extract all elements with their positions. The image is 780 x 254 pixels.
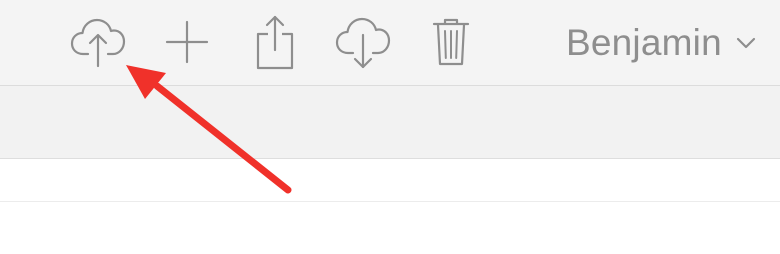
app-window: Benjamin [0, 0, 780, 254]
account-name: Benjamin [566, 22, 722, 63]
plus-icon [165, 20, 209, 64]
upload-button[interactable] [68, 12, 128, 72]
delete-button[interactable] [421, 12, 481, 72]
share-icon [256, 15, 294, 70]
toolbar: Benjamin [0, 0, 780, 86]
download-button[interactable] [333, 12, 393, 72]
trash-icon [432, 18, 470, 66]
subheader-bar [0, 86, 780, 159]
cloud-upload-icon [70, 18, 126, 68]
add-button[interactable] [157, 12, 217, 72]
list-row [0, 159, 780, 202]
account-menu[interactable]: Benjamin [566, 20, 756, 66]
chevron-down-icon [736, 37, 756, 49]
share-button[interactable] [245, 12, 305, 72]
cloud-download-icon [335, 17, 391, 69]
